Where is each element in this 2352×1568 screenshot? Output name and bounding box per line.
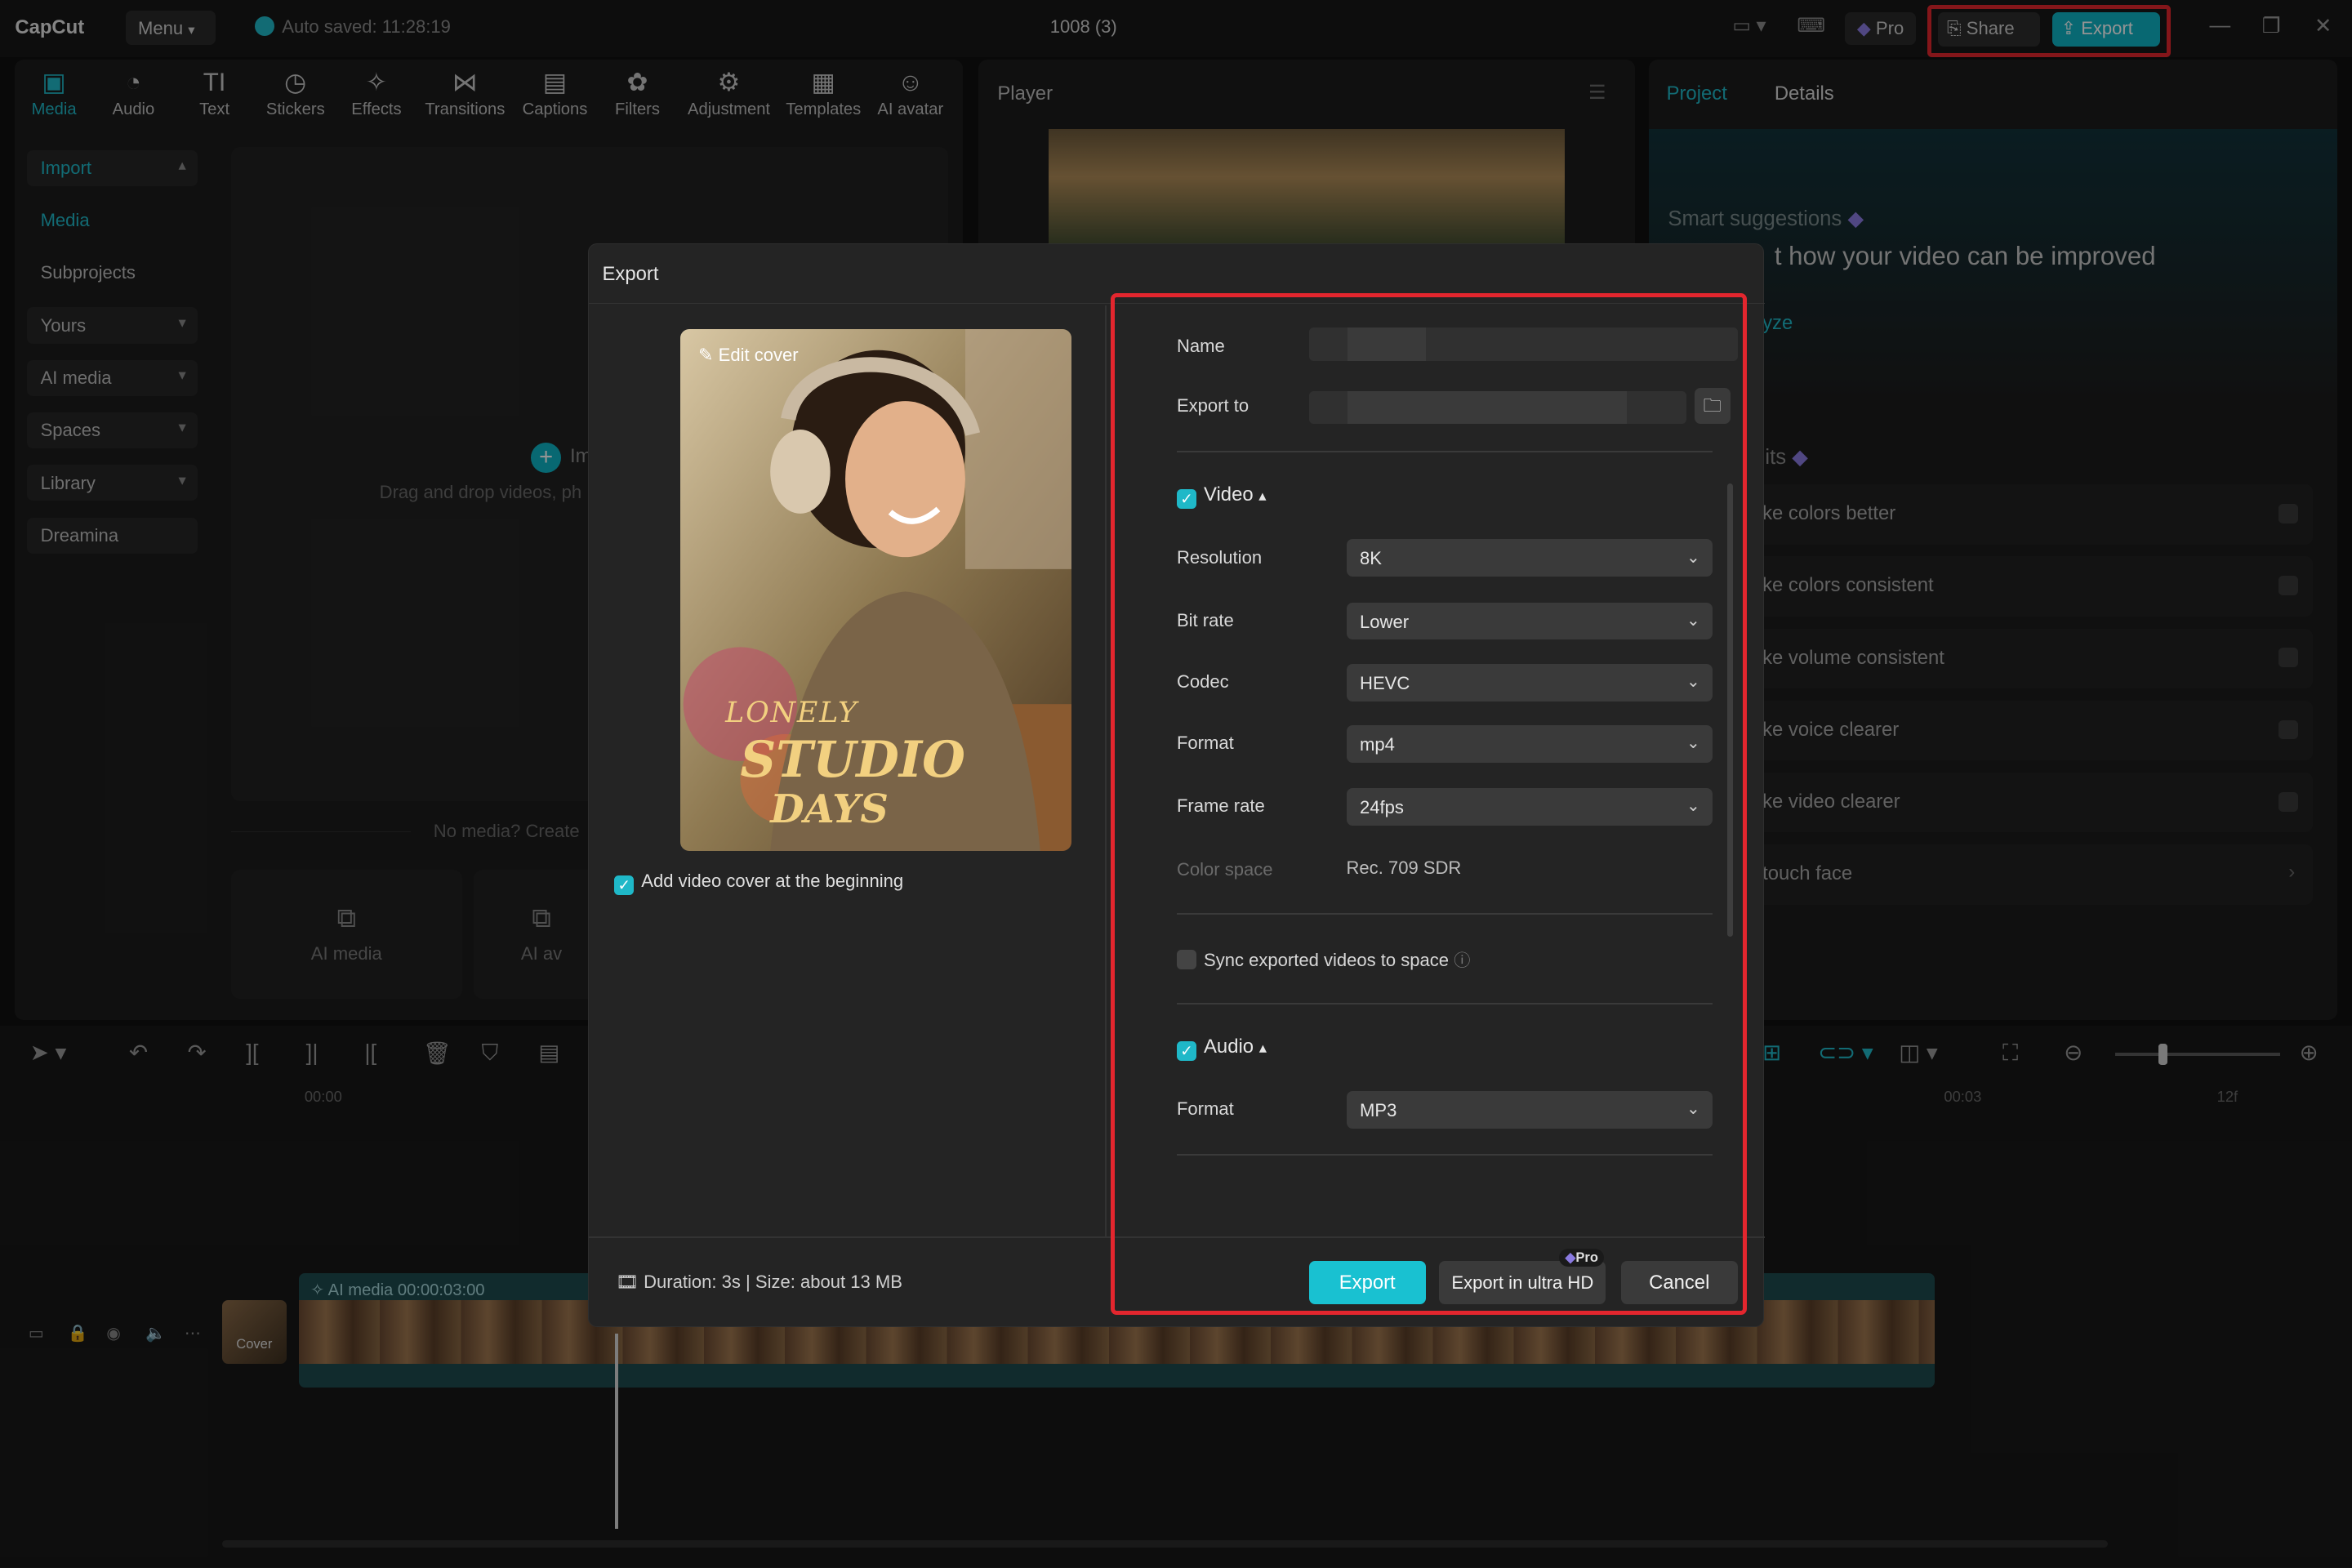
dialog-title: Export bbox=[602, 263, 659, 286]
dialog-divider bbox=[1104, 305, 1107, 1237]
add-cover-checkbox[interactable]: ✓ Add video cover at the beginning bbox=[614, 871, 903, 895]
film-icon: 🎞 bbox=[616, 1271, 639, 1292]
edit-cover-label: Edit cover bbox=[718, 344, 799, 365]
cover-preview[interactable]: ✎ Edit cover LONELY STUDIO DAYS bbox=[680, 329, 1072, 852]
pencil-icon: ✎ bbox=[698, 344, 714, 365]
cover-title-line1: LONELY bbox=[725, 697, 858, 730]
duration-size: 🎞 Duration: 3s | Size: about 13 MB bbox=[616, 1272, 902, 1293]
export-dialog: Export ✎ Edit cover LONELY STUDIO DAYS ✓… bbox=[587, 243, 1765, 1328]
add-cover-label: Add video cover at the beginning bbox=[641, 871, 904, 892]
highlight-box-settings bbox=[1111, 293, 1747, 1315]
duration-size-text: Duration: 3s | Size: about 13 MB bbox=[644, 1271, 902, 1292]
app-root: CapCut Menu ▾ Auto saved: 11:28:19 1008 … bbox=[0, 0, 2352, 1568]
cover-title-line2: STUDIO bbox=[740, 731, 965, 790]
checkbox-checked-icon[interactable]: ✓ bbox=[614, 875, 635, 895]
cover-title-line3: DAYS bbox=[770, 786, 889, 833]
edit-cover-button[interactable]: ✎ Edit cover bbox=[698, 345, 799, 366]
